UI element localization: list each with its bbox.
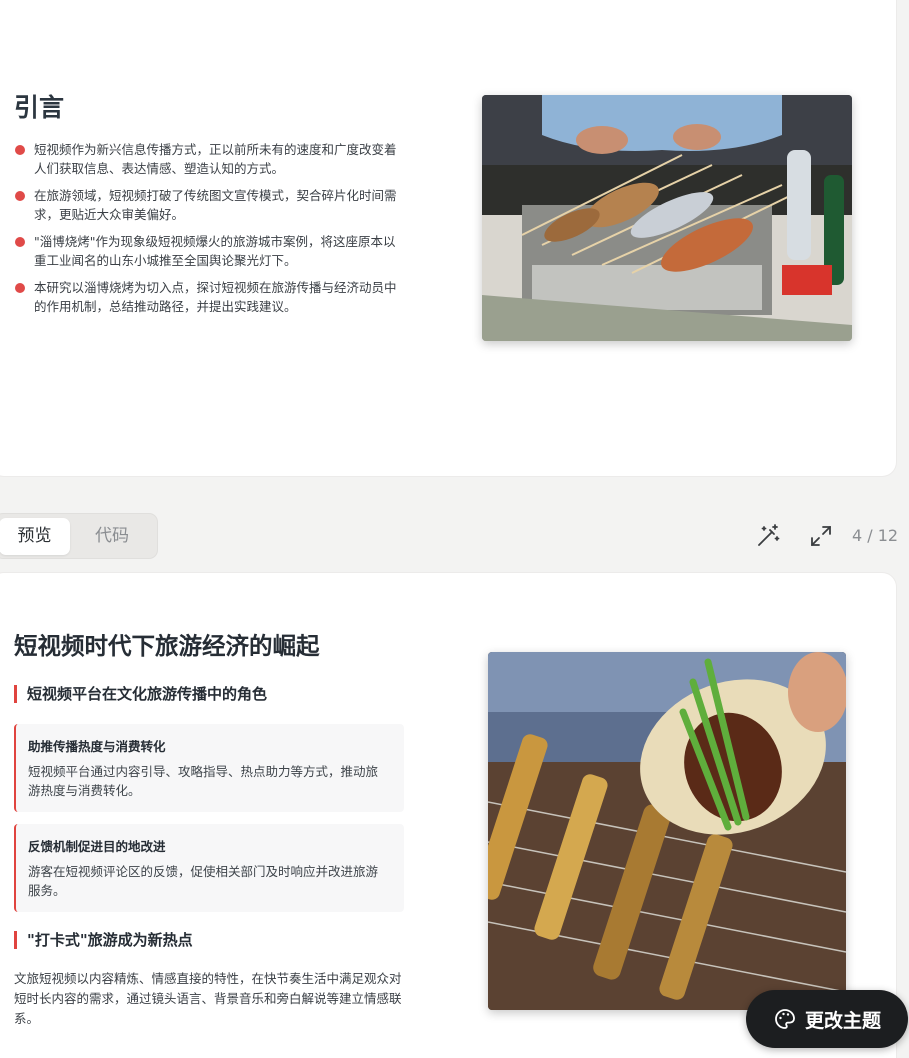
info-box-text: 游客在短视频评论区的反馈，促使相关部门及时响应并改进旅游服务。 [28,864,379,898]
section-heading: 短视频平台在文化旅游传播中的角色 [14,685,267,703]
bullet-text: 本研究以淄博烧烤为切入点，探讨短视频在旅游传播与经济动员中的作用机制，总结推动路… [34,280,397,314]
slide-card-rise: 短视频时代下旅游经济的崛起 短视频平台在文化旅游传播中的角色 助推传播热度与消费… [0,573,896,1058]
bullet-item: 本研究以淄博烧烤为切入点，探讨短视频在旅游传播与经济动员中的作用机制，总结推动路… [14,278,399,316]
bullet-dot-icon [15,145,25,155]
info-box-text: 短视频平台通过内容引导、攻略指导、热点助力等方式，推动旅游热度与消费转化。 [28,764,379,798]
view-tab-group: 预览 代码 [0,513,158,559]
bullet-text: 在旅游领域，短视频打破了传统图文宣传模式，契合碎片化时间需求，更贴近大众审美偏好… [34,188,397,222]
tab-code[interactable]: 代码 [75,518,149,555]
bbq-grill-photo [482,95,852,341]
section-heading: "打卡式"旅游成为新热点 [14,931,193,949]
info-box-title: 助推传播热度与消费转化 [28,739,166,754]
expand-icon[interactable] [807,522,835,550]
change-theme-button[interactable]: 更改主题 [746,990,908,1048]
bullet-item: 短视频作为新兴信息传播方式，正以前所未有的速度和广度改变着人们获取信息、表达情感… [14,140,399,178]
bullet-text: 短视频作为新兴信息传播方式，正以前所未有的速度和广度改变着人们获取信息、表达情感… [34,142,397,176]
bullet-dot-icon [15,237,25,247]
bullet-item: "淄博烧烤"作为现象级短视频爆火的旅游城市案例，将这座原本以重工业闻名的山东小城… [14,232,399,270]
info-box: 助推传播热度与消费转化 短视频平台通过内容引导、攻略指导、热点助力等方式，推动旅… [14,724,404,812]
slide-title: 引言 [14,93,65,122]
bullet-dot-icon [15,191,25,201]
magic-wand-icon[interactable] [754,522,782,550]
change-theme-label: 更改主题 [804,1009,881,1032]
tab-preview[interactable]: 预览 [0,518,70,555]
palette-icon [775,1009,795,1029]
info-box: 反馈机制促进目的地改进 游客在短视频评论区的反馈，促使相关部门及时响应并改进旅游… [14,824,404,912]
bullet-dot-icon [15,283,25,293]
slide-title: 短视频时代下旅游经济的崛起 [14,632,320,660]
bullet-list: 短视频作为新兴信息传播方式，正以前所未有的速度和广度改变着人们获取信息、表达情感… [14,140,399,324]
info-box-title: 反馈机制促进目的地改进 [28,839,166,854]
slide-card-intro: 引言 短视频作为新兴信息传播方式，正以前所未有的速度和广度改变着人们获取信息、表… [0,0,896,476]
bullet-text: "淄博烧烤"作为现象级短视频爆火的旅游城市案例，将这座原本以重工业闻名的山东小城… [34,234,396,268]
body-paragraph: 文旅短视频以内容精炼、情感直接的特性，在快节奏生活中满足观众对短时长内容的需求，… [14,971,402,1026]
skewer-wrap-photo [488,652,846,1010]
page-counter: 4 / 12 [852,526,899,545]
bullet-item: 在旅游领域，短视频打破了传统图文宣传模式，契合碎片化时间需求，更贴近大众审美偏好… [14,186,399,224]
